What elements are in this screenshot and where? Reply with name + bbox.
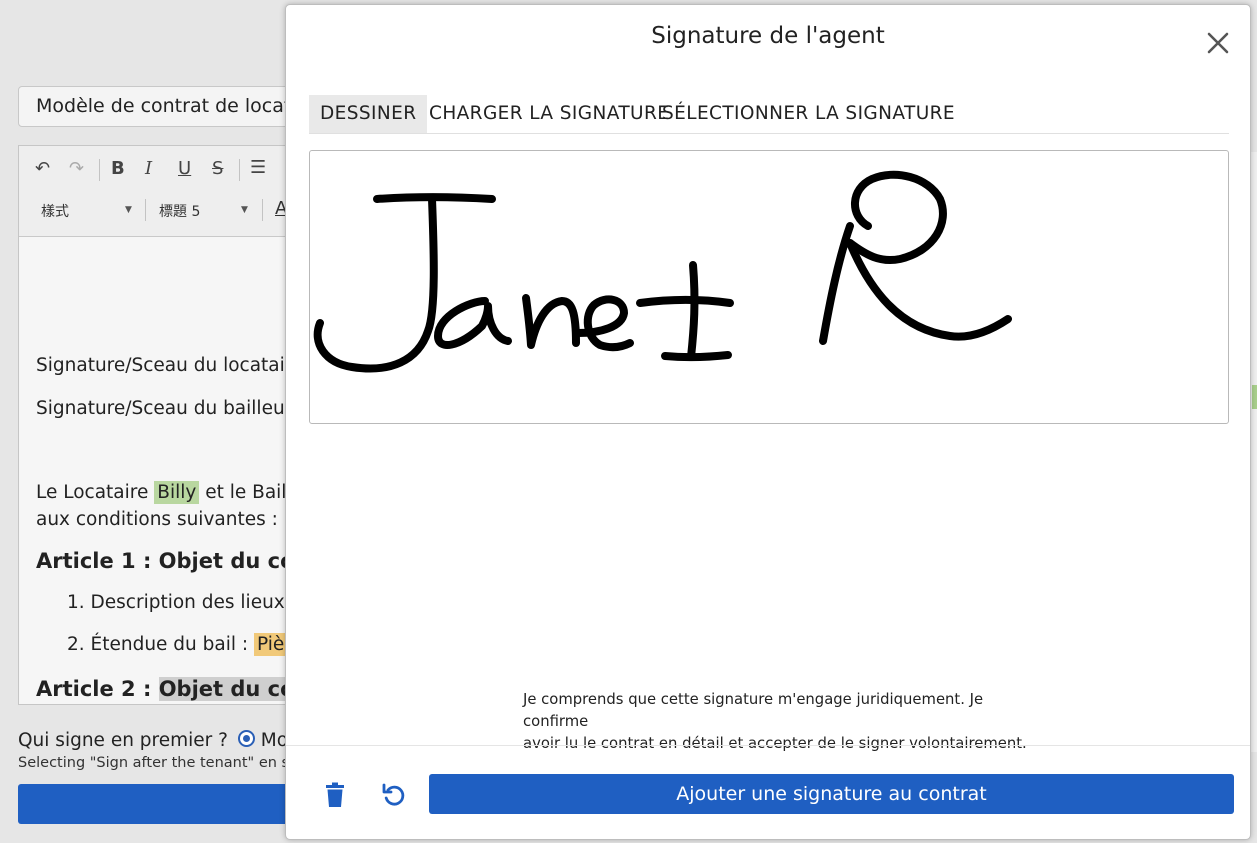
toolbar-separator bbox=[239, 159, 240, 181]
close-button[interactable] bbox=[1200, 25, 1236, 61]
legal-text-line: avoir lu le contrat en détail et accepte… bbox=[523, 735, 1027, 752]
article-1-heading: Article 1 : Objet du contra bbox=[36, 549, 318, 573]
who-signs-first-row: Qui signe en premier ? Moi bbox=[18, 730, 321, 751]
article-2-heading: Article 2 : Objet du contra bbox=[36, 677, 317, 701]
redo-arrow-icon[interactable]: ↷ bbox=[69, 158, 84, 179]
background-highlight-mark bbox=[1252, 385, 1257, 409]
strikethrough-icon[interactable]: S bbox=[212, 158, 223, 179]
chevron-down-icon[interactable]: ▼ bbox=[241, 205, 248, 215]
radio-me[interactable] bbox=[237, 730, 255, 747]
trash-icon bbox=[326, 782, 344, 807]
tab-select-signature[interactable]: SÉLECTIONNER LA SIGNATURE bbox=[651, 95, 966, 133]
add-signature-button[interactable]: Ajouter une signature au contrat bbox=[429, 774, 1234, 814]
signing-order-hint: Selecting "Sign after the tenant" en sél… bbox=[18, 755, 319, 771]
tab-draw[interactable]: DESSINER bbox=[309, 95, 428, 133]
tab-upload-signature[interactable]: CHARGER LA SIGNATURE bbox=[418, 95, 680, 133]
signature-drawing-canvas[interactable] bbox=[309, 150, 1229, 424]
clear-signature-button[interactable] bbox=[320, 780, 350, 810]
landlord-signature-label: Signature/Sceau du bailleur : bbox=[36, 398, 305, 419]
chevron-down-icon[interactable]: ▼ bbox=[125, 205, 132, 215]
bold-icon[interactable]: B bbox=[111, 158, 125, 179]
background-right-panel bbox=[1251, 152, 1257, 752]
list-item: 1. Description des lieux : bbox=[67, 592, 297, 613]
template-select[interactable]: Modèle de contrat de location bbox=[18, 86, 318, 127]
tenant-signature-line: Signature/Sceau du locataire : bbox=[36, 355, 317, 376]
signature-strokes bbox=[313, 170, 1012, 373]
undo-arrow-icon[interactable]: ↶ bbox=[35, 158, 50, 179]
footer-divider bbox=[286, 745, 1250, 746]
italic-icon[interactable]: I bbox=[145, 158, 152, 179]
tenant-name-field[interactable]: Billy bbox=[154, 481, 200, 504]
legal-text-line: Je comprends que cette signature m'engag… bbox=[523, 691, 984, 730]
reset-signature-button[interactable] bbox=[379, 780, 409, 810]
list-item-label: 2. Étendue du bail : bbox=[67, 634, 249, 655]
rich-text-editor[interactable]: ↶ ↷ B I U S ☰ 樣式 ▼ 標題 5 ▼ A Signature/Sc… bbox=[18, 145, 318, 705]
editor-content[interactable]: Signature/Sceau du locataire : Signature… bbox=[19, 237, 318, 704]
editor-toolbar: ↶ ↷ B I U S ☰ 樣式 ▼ 標題 5 ▼ A bbox=[19, 146, 317, 237]
undo-icon bbox=[382, 783, 405, 806]
style-combo[interactable]: 樣式 bbox=[41, 201, 69, 221]
who-signs-first-label: Qui signe en premier ? bbox=[18, 730, 228, 751]
agent-signature-modal: Signature de l'agent DESSINER CHARGER LA… bbox=[285, 4, 1251, 840]
underline-icon[interactable]: U bbox=[178, 158, 191, 179]
signature-tabs: DESSINER CHARGER LA SIGNATURE SÉLECTIONN… bbox=[309, 95, 1229, 134]
toolbar-separator bbox=[99, 159, 100, 181]
bulleted-list-icon[interactable]: ☰ bbox=[250, 157, 266, 178]
paragraph-text: aux conditions suivantes : bbox=[36, 509, 278, 530]
article-2-prefix: Article 2 : bbox=[36, 677, 152, 701]
list-item: 2. Étendue du bail : Pièce m bbox=[67, 633, 317, 656]
landlord-signature-line: Signature/Sceau du bailleur : 𝓉 bbox=[36, 397, 317, 420]
toolbar-separator bbox=[262, 199, 263, 221]
background-submit-button[interactable] bbox=[18, 784, 318, 824]
paragraph-text: Le Locataire bbox=[36, 482, 149, 503]
heading-combo[interactable]: 標題 5 bbox=[159, 201, 200, 221]
close-icon bbox=[1207, 32, 1229, 54]
tenant-signature-label: Signature/Sceau du locataire : bbox=[36, 355, 316, 376]
toolbar-separator bbox=[145, 199, 146, 221]
modal-title: Signature de l'agent bbox=[651, 23, 885, 49]
parties-paragraph: Le Locataire Billy et le Bailleur c bbox=[36, 481, 317, 504]
